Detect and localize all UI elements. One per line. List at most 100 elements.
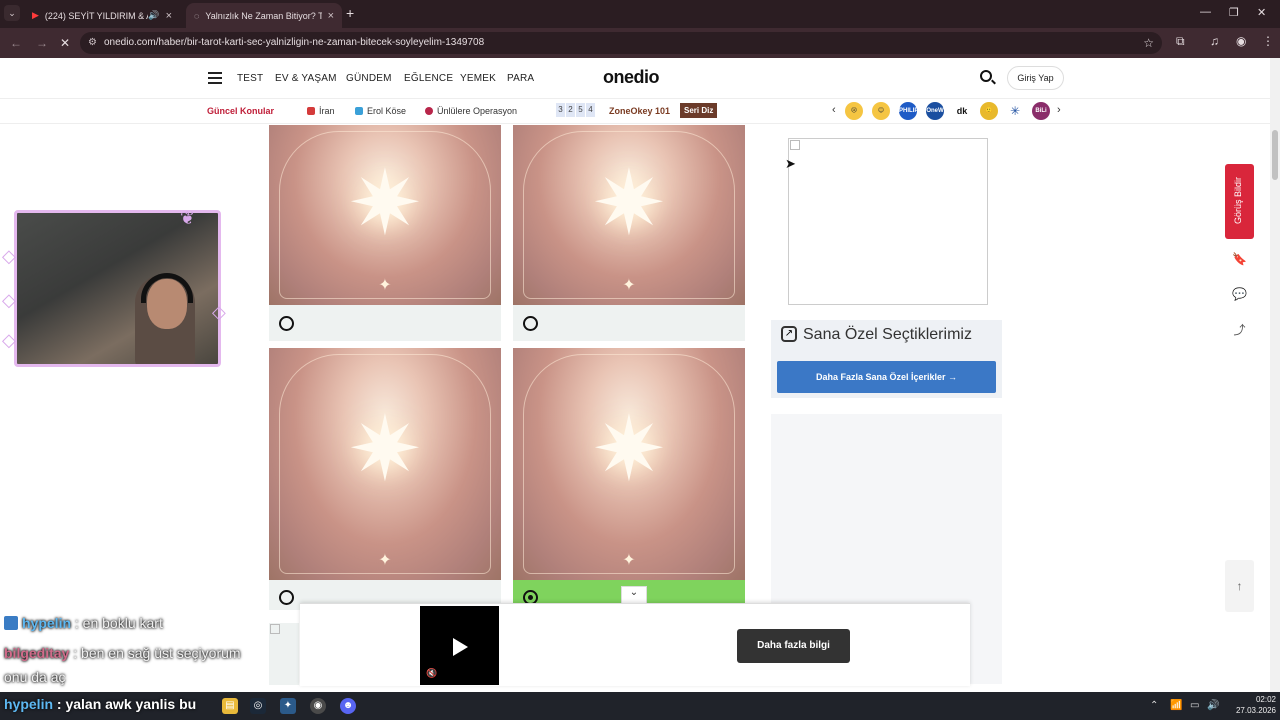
bili-logo-icon[interactable]: BiLi <box>1032 102 1050 120</box>
star-graphic: ✷ <box>347 400 423 501</box>
tray-chevron-up-icon[interactable]: ⌃ <box>1150 700 1158 711</box>
volume-icon[interactable]: 🔊 <box>1207 700 1219 711</box>
site-info-icon[interactable]: ⚙ <box>88 32 97 54</box>
steam-icon[interactable]: ◎ <box>250 698 266 714</box>
tab-search-button[interactable]: ⌄ <box>4 5 20 21</box>
feedback-label: Görüş Bildir <box>1233 176 1243 224</box>
address-bar-row: ← → ✕ ⚙ onedio.com/haber/bir-tarot-karti… <box>0 28 1280 58</box>
topic-erol-kose-icon <box>355 107 363 115</box>
clock-time: 02:02 <box>1255 695 1276 704</box>
nav-eglence[interactable]: EĞLENCE <box>404 73 453 84</box>
media-icon[interactable]: ♫ <box>1210 34 1219 48</box>
close-tab-icon[interactable]: × <box>328 10 334 22</box>
more-content-button[interactable]: Daha Fazla Sana Özel İçerikler → <box>777 361 996 393</box>
page-scrollbar[interactable] <box>1270 58 1280 692</box>
menu-dots-icon[interactable]: ⋮ <box>1262 34 1274 48</box>
snowflake-logo-icon[interactable]: ✳ <box>1006 102 1024 120</box>
hat-emoji-icon[interactable]: 🙂 <box>980 102 998 120</box>
smile-emoji-icon[interactable]: 😊 <box>872 102 890 120</box>
frame-ornament-icon: ◇ <box>2 246 16 266</box>
chevron-right-icon[interactable]: › <box>1057 104 1061 116</box>
chat-badge-icon <box>4 616 18 630</box>
hamburger-menu-icon[interactable] <box>208 72 222 84</box>
zoneokey-label[interactable]: ZoneOkey 101 <box>609 106 670 116</box>
chat-text: onu da aç <box>4 669 66 685</box>
collapse-ad-button[interactable]: ⌄ <box>621 586 647 604</box>
close-window-icon[interactable]: ✕ <box>1257 6 1266 19</box>
file-explorer-icon[interactable]: ▤ <box>222 698 238 714</box>
nav-para[interactable]: PARA <box>507 73 534 84</box>
tarot-card-option[interactable]: ✷ ✦ <box>269 348 501 610</box>
chat-username: hypelin <box>4 696 54 712</box>
system-clock[interactable]: 02:02 27.03.2026 <box>1226 694 1276 716</box>
tile: 5 <box>576 103 585 117</box>
topic-unlulere-operasyon[interactable]: Ünlülere Operasyon <box>425 106 517 116</box>
tile: 3 <box>556 103 565 117</box>
feedback-button[interactable]: Görüş Bildir <box>1225 164 1254 239</box>
tab-label: (224) SEYİT YILDIRIM & AĞ <box>44 10 149 21</box>
clock-date: 27.03.2026 <box>1235 706 1276 715</box>
tarot-card-option[interactable]: ✷ ✦ <box>269 125 501 341</box>
battlenet-icon[interactable]: ✦ <box>280 698 296 714</box>
nav-test[interactable]: TEST <box>237 73 263 84</box>
nav-gundem[interactable]: GÜNDEM <box>346 73 392 84</box>
bookmark-icon[interactable]: 🔖 <box>1232 252 1247 267</box>
search-icon[interactable] <box>980 70 992 82</box>
bookmark-star-icon[interactable]: ☆ <box>1143 32 1154 54</box>
back-icon[interactable]: ← <box>10 36 22 50</box>
close-tab-icon[interactable]: × <box>166 10 172 22</box>
url-input[interactable]: ⚙ onedio.com/haber/bir-tarot-karti-sec-y… <box>80 32 1162 54</box>
minimize-icon[interactable]: — <box>1200 6 1211 18</box>
stop-loading-icon[interactable]: ✕ <box>60 36 70 50</box>
scrollbar-thumb[interactable] <box>1272 130 1278 180</box>
philips-logo-icon[interactable]: PHILIPS <box>899 102 922 120</box>
dk-logo-icon[interactable]: dk <box>953 102 971 120</box>
nav-yemek[interactable]: YEMEK <box>460 73 496 84</box>
new-tab-button[interactable]: + <box>346 5 354 21</box>
forward-icon[interactable]: → <box>36 36 48 50</box>
zoneokey-tiles[interactable]: 3254 <box>556 103 596 117</box>
scroll-to-top-button[interactable]: ↑ <box>1225 560 1254 612</box>
tab-youtube[interactable]: ▶ (224) SEYİT YILDIRIM & AĞ 🔊 × <box>24 3 180 28</box>
brand-logo-icon[interactable]: OneW <box>926 102 944 120</box>
tarot-card-image: ✷ ✦ <box>269 125 501 305</box>
comments-icon[interactable]: 💬 <box>1232 287 1247 302</box>
sticky-video-ad: 🔇 Daha fazla bilgi <box>300 603 970 686</box>
small-star-graphic: ✦ <box>378 552 392 569</box>
extensions-icon[interactable]: ⧉ <box>1176 34 1185 49</box>
nav-ev-yasam[interactable]: EV & YAŞAM <box>275 73 337 84</box>
tarot-card-image: ✷ ✦ <box>513 348 745 580</box>
seri-diz-badge[interactable]: Seri Diz <box>680 103 718 118</box>
loading-icon: ◌ <box>194 10 200 21</box>
chevron-left-icon[interactable]: ‹ <box>832 104 836 116</box>
profile-avatar-icon[interactable]: ◉ <box>1236 34 1246 48</box>
network-icon[interactable]: 📶 <box>1170 700 1182 711</box>
sad-emoji-icon[interactable]: 😢 <box>845 102 863 120</box>
restore-icon[interactable]: ❐ <box>1229 6 1239 19</box>
tarot-card-option[interactable]: ✷ ✦ <box>513 125 745 341</box>
arrow-up-icon: ↑ <box>1236 579 1243 593</box>
onedio-logo[interactable]: onedio <box>603 67 660 88</box>
topic-erol-kose[interactable]: Erol Köse <box>355 106 406 116</box>
external-link-icon: ↗ <box>781 326 797 342</box>
tab-onedio[interactable]: ◌ Yalnızlık Ne Zaman Bitiyor? Tek × <box>186 3 342 28</box>
url-text: onedio.com/haber/bir-tarot-karti-sec-yal… <box>104 37 485 48</box>
play-icon[interactable] <box>453 638 468 656</box>
card-radio[interactable] <box>279 316 294 331</box>
speaker-icon[interactable]: 🔊 <box>148 10 159 21</box>
chat-message-overlay: hypelin : yalan awk yanlis bu <box>4 696 196 712</box>
login-button[interactable]: Giriş Yap <box>1007 66 1064 90</box>
more-info-button[interactable]: Daha fazla bilgi <box>737 629 850 663</box>
topic-label: İran <box>319 106 335 116</box>
display-icon[interactable]: ▭ <box>1190 700 1199 711</box>
card-radio[interactable] <box>523 316 538 331</box>
sidebar-ad-slot[interactable] <box>788 138 988 305</box>
ad-video-player[interactable]: 🔇 <box>420 606 499 685</box>
topic-iran[interactable]: İran <box>307 106 335 116</box>
card-radio[interactable] <box>279 590 294 605</box>
muted-icon[interactable]: 🔇 <box>426 668 437 679</box>
discord-icon[interactable]: ☻ <box>340 698 356 714</box>
tarot-card-option-selected[interactable]: ✷ ✦ <box>513 348 745 610</box>
share-icon[interactable]: ⤴ <box>1232 321 1247 337</box>
chrome-icon[interactable]: ◉ <box>310 698 326 714</box>
